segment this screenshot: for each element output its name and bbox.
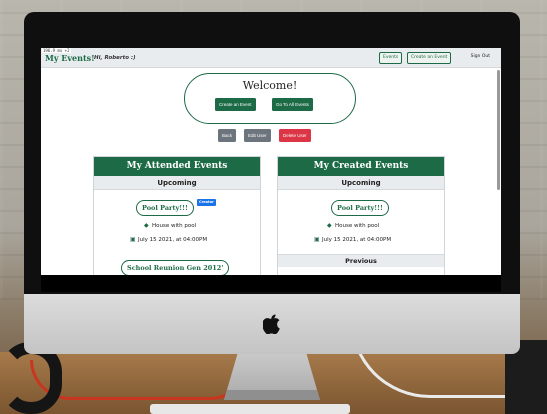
apple-logo-icon	[262, 314, 282, 336]
brand-logo[interactable]: My Events!	[45, 53, 95, 63]
create-event-button[interactable]: Create an Event	[215, 98, 256, 111]
screen-letterbox	[41, 275, 501, 292]
debug-badge: 196.9 mx +2	[42, 48, 71, 53]
go-to-all-events-button[interactable]: Go To All Events	[272, 98, 313, 111]
datetime-text: July 15 2021, at 04:00PM	[138, 237, 208, 243]
monitor-stand	[224, 354, 320, 400]
creator-badge: Creator	[197, 199, 216, 206]
attended-event-1-link[interactable]: Pool Party!!!	[136, 200, 194, 216]
created-event-1-location: ◆ House with pool	[327, 222, 379, 229]
created-event-1-datetime: ▣ July 15 2021, at 04:00PM	[314, 236, 391, 243]
created-upcoming-label: Upcoming	[278, 176, 444, 190]
attended-event-2-link[interactable]: School Reunion Gen 2012'	[121, 260, 230, 275]
calendar-icon: ▣	[130, 236, 136, 243]
red-cable	[30, 360, 250, 400]
navbar: My Events! Hi, Roberto :) Events Create …	[41, 48, 501, 68]
created-event-1-link[interactable]: Pool Party!!!	[331, 200, 389, 216]
attended-events-panel: My Attended Events Upcoming Pool Party!!…	[93, 156, 261, 275]
attended-event-1-datetime: ▣ July 15 2021, at 04:00PM	[130, 236, 207, 243]
created-events-panel: My Created Events Upcoming Pool Party!!!…	[277, 156, 445, 275]
sign-out-link[interactable]: Sign Out	[471, 54, 490, 59]
created-previous-label: Previous	[278, 254, 444, 267]
created-events-title: My Created Events	[278, 157, 444, 176]
browser-viewport: 196.9 mx +2 My Events! Hi, Roberto :) Ev…	[41, 48, 501, 275]
delete-user-button[interactable]: Delete User	[279, 129, 311, 142]
location-pin-icon: ◆	[144, 222, 149, 229]
attended-upcoming-label: Upcoming	[94, 176, 260, 190]
datetime-text: July 15 2021, at 04:00PM	[322, 237, 392, 243]
nav-events-button[interactable]: Events	[379, 52, 403, 64]
attended-events-title: My Attended Events	[94, 157, 260, 176]
location-text: House with pool	[152, 223, 197, 229]
location-pin-icon: ◆	[327, 222, 332, 229]
calendar-icon: ▣	[314, 236, 320, 243]
edit-user-button[interactable]: Edit User	[244, 129, 271, 142]
scrollbar[interactable]	[497, 70, 500, 190]
user-greeting: Hi, Roberto :)	[94, 55, 136, 61]
welcome-title: Welcome!	[242, 79, 298, 92]
location-text: House with pool	[335, 223, 380, 229]
back-button[interactable]: Back	[218, 129, 237, 142]
welcome-card: Welcome! Create an Event Go To All Event…	[184, 73, 356, 124]
attended-event-1-location: ◆ House with pool	[144, 222, 196, 229]
nav-create-event-button[interactable]: Create an Event	[407, 52, 452, 64]
keyboard	[150, 404, 350, 414]
